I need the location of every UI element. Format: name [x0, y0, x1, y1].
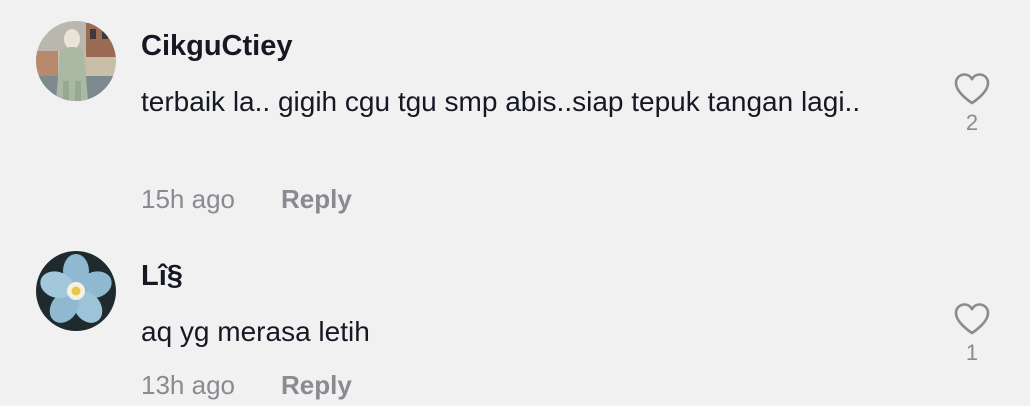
comment-username[interactable]: CikguCtiey: [141, 30, 292, 63]
like-button[interactable]: 1: [951, 302, 993, 366]
comment-text: terbaik la.. gigih cgu tgu smp abis..sia…: [141, 86, 861, 117]
avatar[interactable]: [36, 251, 116, 331]
comment-text: aq yg merasa letih: [141, 316, 370, 347]
comment-username[interactable]: Lî§: [141, 260, 183, 293]
comment-meta: 15h ago Reply: [141, 184, 352, 215]
comment-timestamp: 13h ago: [141, 370, 235, 400]
like-button[interactable]: 2: [951, 72, 993, 136]
heart-outline-icon: [954, 303, 990, 335]
reply-button[interactable]: Reply: [281, 370, 352, 400]
comment-item: CikguCtiey terbaik la.. gigih cgu tgu sm…: [0, 0, 1030, 230]
like-count: 1: [965, 340, 979, 365]
avatar[interactable]: [36, 21, 116, 101]
heart-outline-icon: [954, 73, 990, 105]
reply-button[interactable]: Reply: [281, 184, 352, 214]
comment-timestamp: 15h ago: [141, 184, 235, 214]
like-count: 2: [965, 110, 979, 135]
comment-item: Lî§ aq yg merasa letih 13h ago Reply 1: [0, 230, 1030, 406]
comment-meta: 13h ago Reply: [141, 370, 352, 401]
